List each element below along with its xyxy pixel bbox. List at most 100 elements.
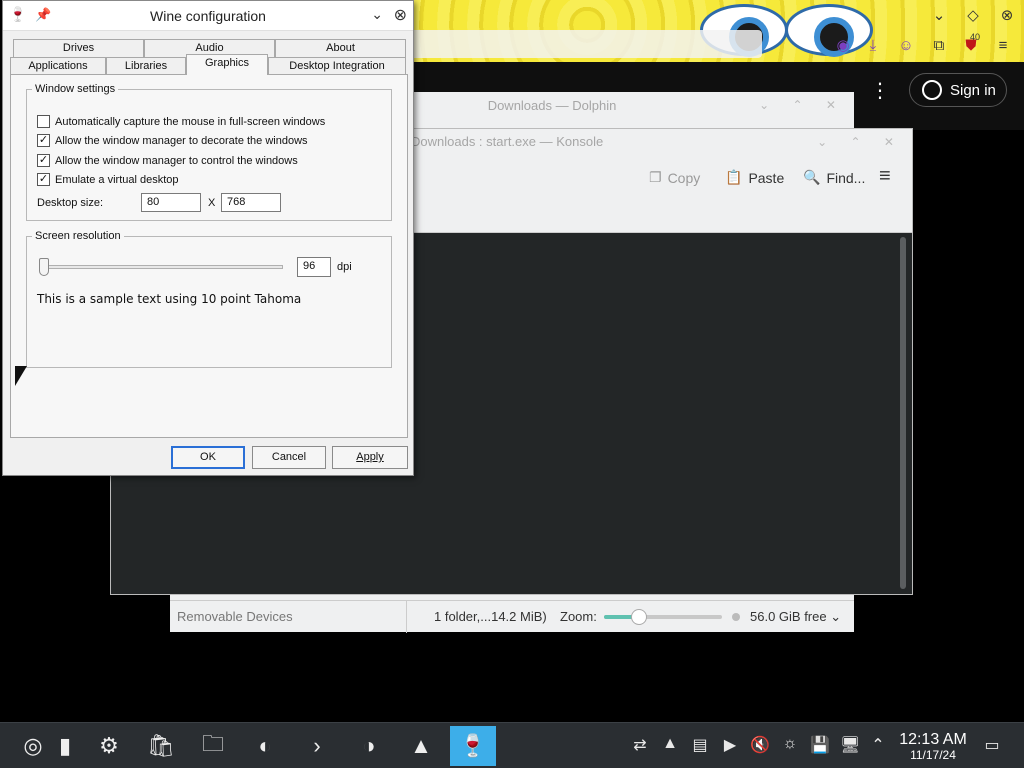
find-label: Find... bbox=[826, 169, 866, 186]
chevron-down-icon[interactable]: ⌄ bbox=[928, 6, 950, 26]
clock[interactable]: 12:13 AM 11/17/24 bbox=[894, 731, 972, 762]
checkbox-label: Automatically capture the mouse in full-… bbox=[55, 115, 326, 128]
checkbox-box[interactable]: ✓ bbox=[37, 154, 50, 167]
wine-config-dialog: 🍷 📌 Wine configuration ⌄ ⊗ Drives Audio … bbox=[2, 0, 414, 476]
desktop-height-input[interactable]: 768 bbox=[221, 193, 281, 212]
clock-time: 12:13 AM bbox=[899, 731, 967, 748]
media-player-icon[interactable]: ▶ bbox=[720, 735, 740, 755]
status-divider bbox=[406, 601, 407, 633]
minimize-icon[interactable]: ⌄ bbox=[371, 6, 383, 23]
zoom-dot bbox=[732, 613, 740, 621]
paste-button[interactable]: 📋 Paste bbox=[725, 169, 784, 186]
dpi-unit-label: dpi bbox=[337, 261, 352, 273]
tab-drives[interactable]: Drives bbox=[13, 39, 144, 57]
dolphin-status-bar: Removable Devices 1 folder,...14.2 MiB) … bbox=[170, 600, 854, 633]
virtual-desktop-checkbox[interactable]: ✓ Emulate a virtual desktop bbox=[37, 173, 179, 186]
tab-graphics[interactable]: Graphics bbox=[186, 54, 268, 75]
account-icon[interactable]: ☺ bbox=[895, 36, 917, 56]
taskbar: ◎ ▮ ⚙ 🛍 🗀 ◐ › ◑ ▲ 🍷 ⇄ ▲ ▤ ▶ 🔇 ☼ 💾 🖥 ⌃ 12… bbox=[0, 722, 1024, 768]
desktop-width-input[interactable]: 80 bbox=[141, 193, 201, 212]
zoom-slider-handle[interactable] bbox=[631, 609, 648, 625]
screen-resolution-group: Screen resolution 96 dpi This is a sampl… bbox=[26, 230, 392, 368]
tab-applications[interactable]: Applications bbox=[10, 57, 106, 75]
menu-icon[interactable]: ≡ bbox=[992, 36, 1014, 56]
vlc-tray-icon[interactable]: ▲ bbox=[660, 735, 680, 753]
checkbox-box[interactable]: ✓ bbox=[37, 134, 50, 147]
zoom-label: Zoom: bbox=[560, 609, 597, 624]
paste-icon: 📋 bbox=[725, 169, 743, 185]
ublock-badge: 40 bbox=[970, 32, 981, 42]
display-icon[interactable]: 🖥 bbox=[840, 735, 860, 755]
desktop-pager-icon[interactable]: ▮ bbox=[50, 726, 80, 766]
size-separator-x: X bbox=[208, 197, 216, 209]
show-desktop-icon[interactable]: ▭ bbox=[982, 735, 1002, 755]
chevron-down-icon: ⌄ bbox=[830, 609, 842, 624]
discover-store-icon[interactable]: 🛍 bbox=[138, 726, 184, 766]
wallpaper-eye-right bbox=[785, 4, 873, 57]
window-settings-group: Window settings Automatically capture th… bbox=[26, 83, 392, 221]
sign-in-label: Sign in bbox=[950, 81, 996, 99]
extensions-icon[interactable]: ⧉ bbox=[928, 36, 950, 56]
desktop-size-label: Desktop size: bbox=[37, 197, 104, 209]
network-icon[interactable]: ⇄ bbox=[630, 735, 650, 755]
file-manager-icon[interactable]: 🗀 bbox=[190, 726, 236, 766]
paste-label: Paste bbox=[748, 169, 785, 186]
dolphin-window-controls[interactable]: ⌄ ⌃ ✕ bbox=[759, 98, 846, 112]
copy-icon: ❐ bbox=[649, 169, 662, 185]
brightness-icon[interactable]: ☼ bbox=[780, 735, 800, 753]
folder-info: 1 folder,...14.2 MiB) bbox=[434, 609, 547, 624]
graphics-tab-panel: Window settings Automatically capture th… bbox=[10, 74, 408, 438]
system-settings-icon[interactable]: ⚙ bbox=[86, 726, 132, 766]
chevron-up-icon[interactable]: ⌃ bbox=[868, 735, 888, 755]
terminal-scrollbar[interactable] bbox=[900, 237, 906, 589]
hamburger-menu-icon[interactable]: ≡ bbox=[879, 165, 891, 188]
ok-button[interactable]: OK bbox=[171, 446, 245, 469]
removable-devices-label[interactable]: Removable Devices bbox=[177, 609, 293, 624]
checkbox-box[interactable] bbox=[37, 115, 50, 128]
checkbox-label: Emulate a virtual desktop bbox=[55, 173, 179, 186]
download-icon[interactable]: ⤓ bbox=[862, 36, 884, 56]
sign-in-button[interactable]: Sign in bbox=[909, 73, 1007, 107]
wine-title: Wine configuration bbox=[150, 8, 266, 24]
control-windows-checkbox[interactable]: ✓ Allow the window manager to control th… bbox=[37, 154, 298, 167]
search-icon: 🔍 bbox=[803, 169, 821, 185]
volume-muted-icon[interactable]: 🔇 bbox=[750, 735, 770, 755]
tab-libraries[interactable]: Libraries bbox=[106, 57, 186, 75]
decorate-windows-checkbox[interactable]: ✓ Allow the window manager to decorate t… bbox=[37, 134, 308, 147]
zoom-slider[interactable] bbox=[604, 609, 722, 625]
pocket-icon[interactable]: ◉ bbox=[832, 36, 854, 56]
close-icon[interactable]: ⊗ bbox=[996, 6, 1018, 26]
browser-icon[interactable]: ◑ bbox=[346, 726, 392, 766]
more-options-icon[interactable]: ⋮ bbox=[870, 78, 890, 103]
apply-button[interactable]: Apply bbox=[332, 446, 408, 469]
checkbox-box[interactable]: ✓ bbox=[37, 173, 50, 186]
tab-desktop-integration[interactable]: Desktop Integration bbox=[268, 57, 406, 75]
browser-address-bar[interactable] bbox=[400, 30, 762, 58]
konsole-window-controls[interactable]: ⌄ ⌃ ✕ bbox=[817, 135, 904, 149]
wine-titlebar[interactable]: 🍷 📌 Wine configuration ⌄ ⊗ bbox=[3, 1, 413, 31]
dpi-slider[interactable] bbox=[39, 265, 283, 269]
checkbox-label: Allow the window manager to decorate the… bbox=[55, 134, 308, 147]
tab-about[interactable]: About bbox=[275, 39, 406, 57]
free-space-label[interactable]: 56.0 GiB free ⌄ bbox=[750, 609, 841, 625]
copy-button[interactable]: ❐ Copy bbox=[649, 169, 700, 186]
dpi-slider-handle[interactable] bbox=[39, 258, 49, 276]
capture-mouse-checkbox[interactable]: Automatically capture the mouse in full-… bbox=[37, 115, 325, 128]
find-button[interactable]: 🔍 Find... bbox=[803, 169, 865, 186]
avatar-icon bbox=[922, 80, 942, 100]
close-icon[interactable]: ⊗ bbox=[394, 5, 407, 25]
checkbox-label: Allow the window manager to control the … bbox=[55, 154, 298, 167]
vlc-icon[interactable]: ▲ bbox=[398, 726, 444, 766]
diamond-icon[interactable]: ◇ bbox=[962, 6, 984, 26]
storage-icon[interactable]: 💾 bbox=[810, 735, 830, 755]
firefox-icon[interactable]: ◐ bbox=[242, 726, 288, 766]
copy-label: Copy bbox=[667, 169, 701, 186]
mouse-cursor bbox=[15, 366, 27, 386]
dpi-input[interactable]: 96 bbox=[297, 257, 331, 277]
clock-date: 11/17/24 bbox=[910, 748, 956, 762]
wine-config-taskbar-icon[interactable]: 🍷 bbox=[450, 726, 496, 766]
window-settings-legend: Window settings bbox=[35, 83, 116, 95]
cancel-button[interactable]: Cancel bbox=[252, 446, 326, 469]
terminal-icon[interactable]: › bbox=[294, 726, 340, 766]
clipboard-icon[interactable]: ▤ bbox=[690, 735, 710, 755]
